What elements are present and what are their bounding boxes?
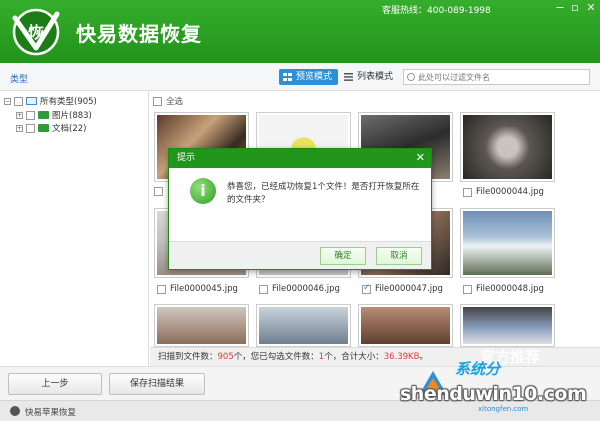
tree-checkbox[interactable] [14, 96, 23, 106]
file-checkbox[interactable] [463, 187, 472, 197]
app-logo-char: 恢 [28, 23, 44, 42]
dialog-cancel-button[interactable]: 取消 [376, 247, 422, 265]
expand-icon[interactable]: + [16, 111, 23, 119]
toolbar: 类型 预览模式 列表模式 [0, 63, 600, 91]
select-all-label: 全选 [166, 97, 184, 107]
file-thumbnail[interactable] [256, 304, 351, 347]
file-thumbnail[interactable] [154, 304, 249, 347]
tree-item-all-types[interactable]: − 所有类型(905) [4, 95, 97, 107]
tree-item-label: 图片(883) [52, 111, 92, 121]
list-mode-button[interactable]: 列表模式 [340, 69, 399, 85]
filter-input[interactable] [403, 69, 590, 85]
dialog-title-bar: 提示 [169, 149, 431, 168]
file-thumbnail[interactable] [358, 304, 453, 347]
document-folder-icon [38, 124, 49, 132]
status-suffix: 。 [419, 352, 428, 362]
tree-item-documents[interactable]: + 文档(22) [16, 122, 86, 134]
watermark-sub-text: 系统分 [455, 360, 501, 378]
file-item-caption[interactable]: File0000044.jpg [463, 187, 544, 197]
status-prefix: 扫描到文件数： [158, 352, 218, 362]
dialog-ok-button[interactable]: 确定 [320, 247, 366, 265]
status-mid2: 个，合计大小： [324, 352, 384, 362]
dialog-message: 恭喜您，已经成功恢复1个文件！是否打开恢复所在的文件夹？ [227, 182, 420, 205]
list-view-icon [344, 73, 353, 81]
info-icon: i [190, 178, 216, 204]
file-name: File0000045.jpg [170, 284, 238, 294]
watermark-main-text: shenduwin10.com [400, 383, 587, 405]
selected-size: 36.39KB [383, 352, 420, 362]
image-folder-icon [38, 111, 49, 119]
file-item-caption[interactable]: File0000048.jpg [463, 284, 544, 294]
file-checkbox[interactable] [259, 284, 268, 294]
file-item-caption[interactable] [154, 187, 167, 196]
save-scan-results-button[interactable]: 保存扫描结果 [109, 373, 205, 395]
thumbnail-image [463, 115, 552, 179]
tree-checkbox[interactable] [26, 123, 35, 133]
thumbnail-image [463, 307, 552, 344]
type-label: 类型 [10, 75, 29, 85]
file-checkbox[interactable] [362, 283, 371, 294]
file-name: File0000048.jpg [476, 284, 544, 294]
select-all-checkbox[interactable] [153, 96, 162, 106]
preview-mode-label: 预览模式 [296, 72, 333, 82]
file-item-caption[interactable]: File0000047.jpg [362, 283, 443, 294]
file-item-caption[interactable]: File0000046.jpg [259, 284, 340, 294]
restore-icon[interactable]: ▫ [568, 2, 582, 14]
hotline-text: 客服热线：400-089-1998 [382, 6, 491, 16]
thumbnail-image [157, 307, 246, 344]
tree-item-label: 所有类型(905) [40, 97, 97, 107]
tree-item-label: 文档(22) [52, 124, 87, 134]
dialog-title: 提示 [177, 153, 196, 163]
file-name: File0000044.jpg [476, 187, 544, 197]
list-mode-label: 列表模式 [357, 72, 394, 82]
file-name: File0000047.jpg [375, 284, 443, 294]
preview-mode-button[interactable]: 预览模式 [279, 69, 339, 85]
previous-step-button[interactable]: 上一步 [8, 373, 102, 395]
minimize-icon[interactable]: − [553, 2, 567, 14]
apple-recovery-link[interactable]: 快易苹果恢复 [25, 406, 76, 418]
scanned-count: 905 [217, 352, 234, 362]
monitor-icon [26, 97, 37, 105]
dialog-footer: 确定 取消 [169, 241, 431, 269]
file-item-caption[interactable]: File0000045.jpg [157, 284, 238, 294]
thumbnail-image [463, 211, 552, 275]
type-tree: − 所有类型(905) + 图片(883) + 文档(22) [0, 91, 149, 366]
app-header: 恢 快易数据恢复 客服热线：400-089-1998 − ▫ ✕ [0, 0, 600, 63]
apple-recovery-icon [10, 406, 20, 416]
status-mid1: 个，您已勾选文件数： [233, 352, 319, 362]
close-icon[interactable]: ✕ [584, 2, 598, 14]
select-all[interactable]: 全选 [153, 95, 183, 107]
tree-checkbox[interactable] [26, 110, 35, 120]
watermark-url: xitongfen.com [478, 405, 529, 413]
collapse-icon[interactable]: − [4, 97, 11, 105]
file-thumbnail[interactable] [460, 208, 555, 278]
success-dialog: 提示 ✕ i 恭喜您，已经成功恢复1个文件！是否打开恢复所在的文件夹？ 确定 取… [168, 148, 432, 270]
app-title: 快易数据恢复 [76, 22, 202, 46]
tree-item-images[interactable]: + 图片(883) [16, 109, 92, 121]
dialog-close-icon[interactable]: ✕ [416, 152, 425, 164]
file-thumbnail[interactable] [460, 304, 555, 347]
file-thumbnail[interactable] [460, 112, 555, 182]
file-checkbox[interactable] [157, 284, 166, 294]
file-checkbox[interactable] [154, 187, 163, 196]
search-icon [407, 73, 415, 81]
file-name: File0000046.jpg [272, 284, 340, 294]
thumbnail-image [361, 307, 450, 344]
file-checkbox[interactable] [463, 284, 472, 294]
thumbnail-image [259, 307, 348, 344]
app-logo-icon: 恢 [12, 8, 60, 56]
grid-view-icon [283, 73, 292, 81]
expand-icon[interactable]: + [16, 124, 23, 132]
